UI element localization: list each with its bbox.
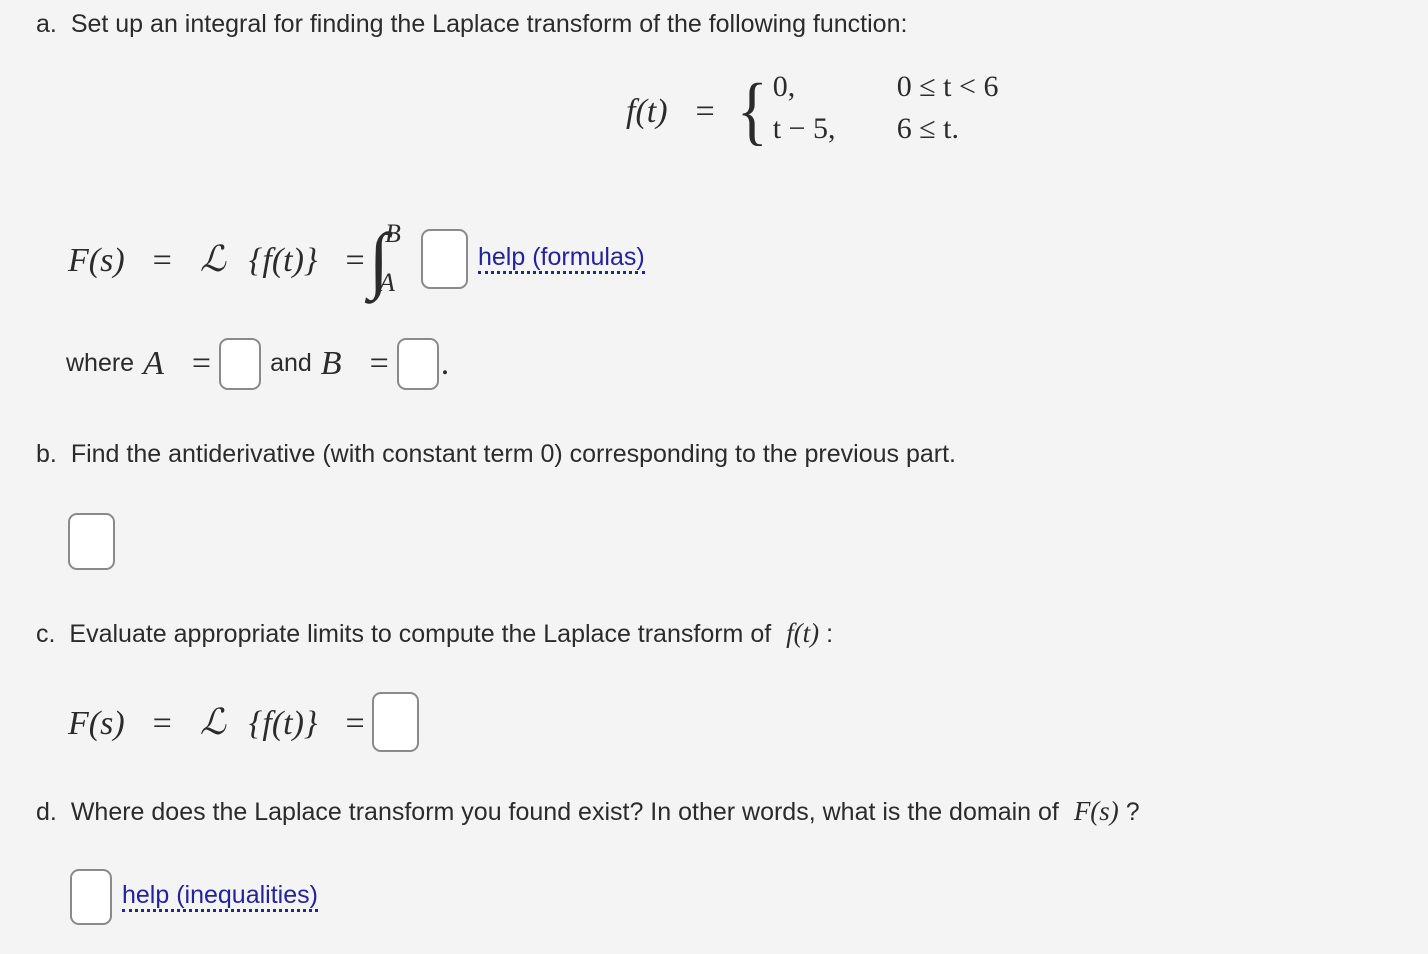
part-d-prompt-question-mark: ?	[1125, 798, 1140, 826]
laplace-transform-input[interactable]	[371, 692, 419, 752]
antiderivative-input[interactable]	[68, 513, 115, 570]
part-c-prompt-colon: :	[826, 620, 834, 648]
part-c-marker: c.	[36, 620, 56, 648]
help-formulas-link[interactable]: help (formulas)	[477, 244, 645, 274]
where-label: where	[66, 349, 135, 378]
part-d-prompt: d. Where does the Laplace transform you …	[36, 795, 1140, 829]
part-a-prompt-text: Set up an integral for finding the Lapla…	[70, 10, 908, 38]
part-d-answer-row: help (inequalities)	[70, 869, 318, 925]
help-inequalities-link[interactable]: help (inequalities)	[122, 882, 318, 912]
laplace-operator-symbol: ℒ	[199, 702, 226, 742]
integrand-input[interactable]	[420, 229, 468, 289]
part-b-prompt: b. Find the antiderivative (with constan…	[36, 439, 956, 470]
laplace-expression: F(s) = ℒ {f(t)} =	[68, 239, 365, 279]
piecewise-cases: { 0, 0 ≤ t < 6 t − 5, 6 ≤ t.	[734, 70, 998, 154]
domain-input[interactable]	[70, 869, 112, 925]
upper-limit-input[interactable]	[396, 338, 439, 390]
part-a-where-line: where A = and B = .	[66, 338, 449, 390]
problem-page: a. Set up an integral for finding the La…	[0, 0, 1428, 954]
and-label: and	[270, 349, 312, 378]
piecewise-lhs: f(t) =	[626, 93, 715, 130]
integral-upper-limit: B	[384, 219, 401, 248]
part-d-prompt-text: Where does the Laplace transform you fou…	[70, 798, 1059, 826]
part-a-marker: a.	[36, 10, 57, 38]
part-a-prompt: a. Set up an integral for finding the La…	[36, 9, 907, 40]
laplace-expression-c: F(s) = ℒ {f(t)} =	[68, 702, 365, 742]
part-c-prompt: c. Evaluate appropriate limits to comput…	[36, 617, 833, 651]
laplace-operator-symbol: ℒ	[199, 239, 226, 279]
sentence-period: .	[440, 345, 450, 382]
case-expression: 0,	[772, 70, 796, 103]
part-d-marker: d.	[36, 798, 57, 826]
case-row: 0, 0 ≤ t < 6	[773, 70, 999, 112]
variable-a-symbol: A =	[143, 345, 212, 382]
part-d-prompt-math: F(s)	[1073, 796, 1119, 826]
lower-limit-input[interactable]	[219, 338, 262, 390]
part-c-equation: F(s) = ℒ {f(t)} =	[68, 692, 419, 752]
variable-b-symbol: B =	[320, 345, 389, 382]
part-c-prompt-text: Evaluate appropriate limits to compute t…	[69, 620, 772, 648]
case-expression: t − 5,	[772, 112, 836, 145]
left-brace: {	[736, 69, 768, 154]
part-b-answer-row	[68, 513, 115, 570]
part-c-prompt-math: f(t)	[786, 618, 820, 648]
case-condition: 0 ≤ t < 6	[896, 70, 999, 103]
part-b-prompt-text: Find the antiderivative (with constant t…	[70, 440, 956, 468]
integral-lower-limit: A	[378, 268, 395, 297]
part-b-marker: b.	[36, 440, 57, 468]
part-a-integral-line: F(s) = ℒ {f(t)} = ∫ B A help (formulas)	[68, 219, 645, 298]
piecewise-definition: f(t) = { 0, 0 ≤ t < 6 t − 5, 6 ≤ t.	[626, 70, 998, 154]
case-row: t − 5, 6 ≤ t.	[773, 112, 999, 154]
case-condition: 6 ≤ t.	[896, 112, 960, 145]
integral-with-limits: ∫ B A	[369, 219, 411, 298]
